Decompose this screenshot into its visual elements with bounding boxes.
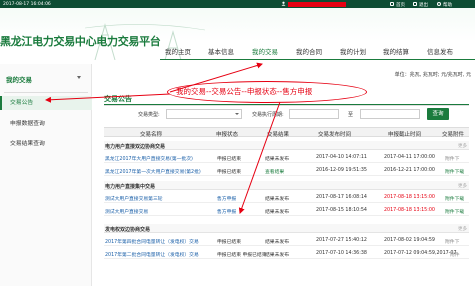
col-attachment: 交易附件 bbox=[442, 132, 465, 138]
result-cell: 结果未发布 bbox=[265, 156, 289, 162]
table-row: 测试大用户直接交易 售方申报 结果未发布 2017-08-15 18:10:54… bbox=[104, 204, 469, 216]
deadline-cell: 2017-08-18 13:15:00 bbox=[384, 194, 435, 200]
table-header: 交易名称 申报状态 交易结果 交易发布时间 申报截止时间 交易附件 bbox=[104, 127, 469, 138]
attachment-link[interactable]: 附件下载 bbox=[445, 195, 464, 202]
seller-declare-link[interactable]: 售方申报 bbox=[217, 208, 236, 215]
end-date-input[interactable] bbox=[360, 109, 420, 119]
deadline-cell: 2017-08-02 19:04:59 bbox=[384, 237, 435, 243]
attachment-link[interactable]: 附件下载 bbox=[445, 168, 464, 175]
col-deadline: 申报截止时间 bbox=[388, 132, 422, 138]
chevron-down-icon[interactable] bbox=[77, 76, 81, 79]
user-icon bbox=[281, 1, 286, 6]
group-title: 电力用户直接集中交易 bbox=[105, 183, 156, 190]
group-centralized-header: 电力用户直接集中交易 更多 bbox=[104, 181, 469, 190]
trade-name-link[interactable]: 测试大用户直接交易 bbox=[105, 208, 148, 215]
table-row: 黑龙江2017年大用户直接交易(第一批次) 申报已结束 结果未发布 2017-0… bbox=[104, 151, 469, 163]
nav-home[interactable]: 我的主页 bbox=[165, 46, 191, 58]
col-trade-result: 交易结果 bbox=[267, 132, 290, 138]
table-row: 测试大用户直接交易第三轮 售方申报 结果未发布 2017-08-17 16:08… bbox=[104, 191, 469, 203]
more-link[interactable]: 更多 bbox=[458, 226, 467, 232]
current-time: 2017-08-17 16:04:06 bbox=[3, 1, 51, 7]
trade-name-link[interactable]: 2017年第四批合同电量转让（发电权）交易 bbox=[105, 238, 199, 245]
group-generation-rights-header: 发电权双边协商交易 更多 bbox=[104, 224, 469, 233]
status-cell: 申报已结束 bbox=[217, 169, 241, 175]
status-cell: 申报已结束 bbox=[217, 239, 241, 245]
group-title: 电力用户直接双边协商交易 bbox=[105, 143, 166, 150]
section-divider bbox=[104, 105, 469, 106]
main-content: 交易公告 我的交易--交易公告--申报状态--售方申报 交易类型: 交易执行周期… bbox=[96, 64, 475, 286]
nav-my-plans[interactable]: 我的计划 bbox=[340, 46, 366, 58]
table-row: 2017年第二批合同电量转让（发电权）交易 申报已结束 申报已结束 结果未发布 … bbox=[104, 247, 469, 259]
result-cell: 结果未发布 bbox=[265, 252, 289, 258]
attachment-link[interactable]: 附件下 bbox=[445, 155, 459, 162]
nav-my-trades[interactable]: 我的交易 bbox=[252, 46, 278, 58]
nav-my-contracts[interactable]: 我的合同 bbox=[296, 46, 322, 58]
table-row: 黑龙江2017年第一次大用户直接交易(第2批) 申报已结束 查看结果 2016-… bbox=[104, 164, 469, 176]
attachment-link[interactable]: 附件下载 bbox=[445, 208, 464, 215]
trade-name-link[interactable]: 2017年第二批合同电量转让（发电权）交易 bbox=[105, 251, 199, 258]
trade-name-link[interactable]: 黑龙江2017年大用户直接交易(第一批次) bbox=[105, 155, 193, 162]
publish-time-cell: 2017-04-10 14:07:11 bbox=[316, 154, 367, 160]
to-label: 至 bbox=[348, 112, 354, 118]
sidebar: 我的交易 交易公告 申报数据查询 交易结果查询 bbox=[0, 64, 92, 286]
section-title: 交易公告 bbox=[104, 95, 132, 103]
deadline-cell: 2016-12-21 17:00:00 bbox=[384, 167, 435, 173]
logout-link[interactable]: 退出 bbox=[419, 2, 428, 8]
nav-underline bbox=[160, 59, 475, 60]
col-trade-name: 交易名称 bbox=[140, 132, 163, 138]
help-icon[interactable] bbox=[437, 1, 441, 6]
seller-declare-link[interactable]: 售方申报 bbox=[217, 195, 236, 202]
nav-basic-info[interactable]: 基本信息 bbox=[208, 46, 234, 58]
attachment-link[interactable]: 附件下 bbox=[445, 238, 459, 245]
help-link[interactable]: 帮助 bbox=[443, 2, 452, 8]
sidebar-item-announcements[interactable]: 交易公告 bbox=[0, 96, 92, 110]
result-cell: 结果未发布 bbox=[265, 209, 289, 215]
status-cell: 申报已结束 申报已结束 bbox=[217, 252, 267, 258]
status-cell: 申报已结束 bbox=[217, 156, 241, 162]
group-bilateral-header: 电力用户直接双边协商交易 更多 bbox=[104, 141, 469, 150]
exec-period-label: 交易执行周期: bbox=[252, 112, 284, 118]
table-row: 2017年第四批合同电量转让（发电权）交易 申报已结束 结果未发布 2017-0… bbox=[104, 234, 469, 246]
sidebar-title[interactable]: 我的交易 bbox=[6, 74, 32, 84]
col-publish-time: 交易发布时间 bbox=[318, 132, 352, 138]
search-button[interactable]: 查询 bbox=[427, 108, 449, 120]
trade-type-label: 交易类型: bbox=[138, 112, 160, 118]
publish-time-cell: 2017-07-27 15:40:12 bbox=[316, 237, 367, 243]
user-name-redacted bbox=[288, 1, 346, 7]
start-date-input[interactable] bbox=[289, 109, 339, 119]
group-title: 发电权双边协商交易 bbox=[105, 226, 151, 233]
result-cell: 结果未发布 bbox=[265, 196, 289, 202]
view-result-link[interactable]: 查看结果 bbox=[265, 168, 284, 175]
publish-time-cell: 2016-12-09 19:51:35 bbox=[316, 167, 367, 173]
publish-time-cell: 2017-07-10 14:36:38 bbox=[316, 250, 367, 256]
logout-icon[interactable] bbox=[413, 1, 417, 6]
result-cell: 结果未发布 bbox=[265, 239, 289, 245]
nav-my-settlement[interactable]: 我的结算 bbox=[383, 46, 409, 58]
more-link[interactable]: 更多 bbox=[458, 183, 467, 189]
sidebar-item-result-query[interactable]: 交易结果查询 bbox=[0, 137, 92, 151]
home-icon[interactable] bbox=[390, 1, 394, 6]
deadline-cell: 2017-08-18 13:15:00 bbox=[384, 207, 435, 213]
home-link[interactable]: 首页 bbox=[396, 2, 405, 8]
attachment-link[interactable]: 附件 bbox=[450, 251, 460, 258]
publish-time-cell: 2017-08-15 18:10:54 bbox=[316, 207, 367, 213]
col-declaration-status: 申报状态 bbox=[216, 132, 239, 138]
deadline-cell: 2017-07-12 09:04:59,2017-07 bbox=[384, 250, 457, 256]
more-link[interactable]: 更多 bbox=[458, 143, 467, 149]
system-topbar: 2017-08-17 16:04:06 首页 退出 帮助 bbox=[0, 0, 475, 8]
site-logo[interactable]: 黑龙江电力交易中心电力交易平台 bbox=[0, 33, 161, 49]
sidebar-item-declaration-query[interactable]: 申报数据查询 bbox=[0, 117, 92, 131]
nav-info-release[interactable]: 信息发布 bbox=[427, 46, 453, 58]
trade-type-select[interactable] bbox=[166, 109, 242, 119]
trade-name-link[interactable]: 黑龙江2017年第一次大用户直接交易(第2批) bbox=[105, 168, 201, 175]
deadline-cell: 2017-04-11 17:00:00 bbox=[384, 154, 435, 160]
publish-time-cell: 2017-08-17 16:08:14 bbox=[316, 194, 367, 200]
chevron-down-icon bbox=[235, 113, 239, 115]
annotation-text: 我的交易--交易公告--申报状态--售方申报 bbox=[176, 87, 313, 96]
trade-name-link[interactable]: 测试大用户直接交易第三轮 bbox=[105, 195, 163, 202]
sidebar-divider bbox=[4, 92, 88, 93]
